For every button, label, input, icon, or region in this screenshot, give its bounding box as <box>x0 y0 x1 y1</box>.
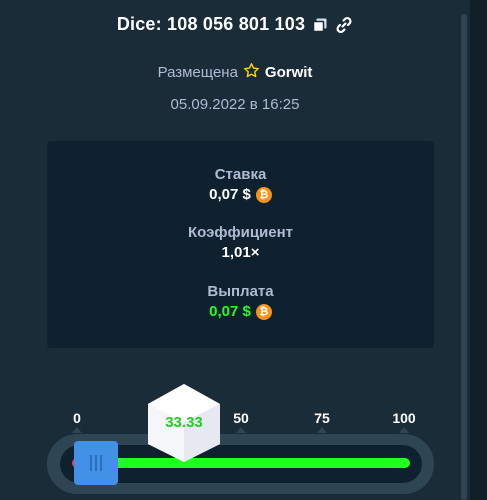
placed-label: Размещена <box>157 64 238 81</box>
multiplier-label: Коэффициент <box>187 224 294 241</box>
payout-stat: Выплата 0,07 $ ₿ <box>47 283 434 320</box>
stake-value-row: 0,07 $ ₿ <box>47 186 434 203</box>
payout-value-row: 0,07 $ ₿ <box>47 303 434 320</box>
scrollbar-track[interactable] <box>470 0 487 500</box>
tick-mark <box>317 427 327 433</box>
tick-mark <box>399 427 409 433</box>
username-link[interactable]: Gorwit <box>265 64 313 81</box>
bet-summary-box: Ставка 0,07 $ ₿ Коэффициент 1,01× Выплат… <box>47 141 434 348</box>
stake-stat: Ставка 0,07 $ ₿ <box>47 166 434 203</box>
link-icon[interactable] <box>335 16 353 34</box>
multiplier-value-row: 1,01× <box>47 244 434 261</box>
roll-result: 33.33 <box>165 414 203 431</box>
tick-label: 0 <box>73 410 81 426</box>
tick-mark <box>236 427 246 433</box>
title-row: Dice: 108 056 801 103 <box>0 14 470 35</box>
multiplier-stat: Коэффициент 1,01× <box>47 224 434 261</box>
grip-line <box>100 455 102 471</box>
multiplier-value: 1,01× <box>221 244 260 261</box>
placed-by-row: Размещена Gorwit <box>0 62 470 83</box>
grip-line <box>90 455 92 471</box>
tick-label: 100 <box>392 410 416 426</box>
stake-value: 0,07 $ <box>209 186 251 203</box>
bet-date: 05.09.2022 в 16:25 <box>170 96 300 113</box>
grip-line <box>95 455 97 471</box>
tick-label: 75 <box>314 410 330 426</box>
bitcoin-icon: ₿ <box>255 186 272 203</box>
star-icon <box>243 62 260 83</box>
slider-handle[interactable] <box>74 441 118 485</box>
tick-label: 50 <box>233 410 249 426</box>
stake-label: Ставка <box>214 166 267 183</box>
payout-label: Выплата <box>207 283 274 300</box>
copy-icon[interactable] <box>311 16 329 34</box>
payout-value: 0,07 $ <box>209 303 251 320</box>
tick-mark <box>72 427 82 433</box>
bet-title: Dice: 108 056 801 103 <box>116 14 306 34</box>
bitcoin-icon: ₿ <box>255 303 272 320</box>
